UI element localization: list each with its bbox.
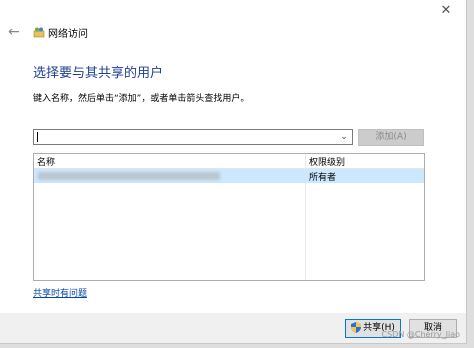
column-header-permission[interactable]: 权限级别 <box>309 155 345 168</box>
row-permission-level[interactable]: 所有者 <box>309 170 336 183</box>
column-header-name[interactable]: 名称 <box>37 155 55 168</box>
add-button[interactable]: 添加(A) <box>358 129 424 146</box>
sharing-help-link[interactable]: 共享时有问题 <box>33 286 87 299</box>
blurred-user-name <box>38 172 220 180</box>
back-button[interactable]: ← <box>8 24 24 40</box>
back-arrow-icon: ← <box>8 24 20 40</box>
window-title: 网络访问 <box>48 29 88 40</box>
shared-users-table: 名称 权限级别 所有者 <box>33 153 425 281</box>
table-row[interactable]: 所有者 <box>34 169 424 183</box>
text-caret <box>37 132 38 142</box>
network-access-window: ✕ ← 网络访问 选择要与其共享的用户 键入名称，然后单击“添加”，或者单击箭头… <box>0 0 467 344</box>
chevron-down-icon[interactable]: ⌄ <box>338 130 350 144</box>
watermark: CSDN @Cherry_Jiao <box>381 330 460 339</box>
page-title: 选择要与其共享的用户 <box>33 66 164 81</box>
instruction-text: 键入名称，然后单击“添加”，或者单击箭头查找用户。 <box>33 94 250 104</box>
user-name-combobox[interactable]: ⌄ <box>33 129 353 145</box>
uac-shield-icon <box>351 322 362 333</box>
network-users-icon <box>33 27 45 38</box>
close-icon: ✕ <box>440 3 452 18</box>
close-button[interactable]: ✕ <box>436 2 456 20</box>
table-header: 名称 权限级别 <box>34 154 424 169</box>
